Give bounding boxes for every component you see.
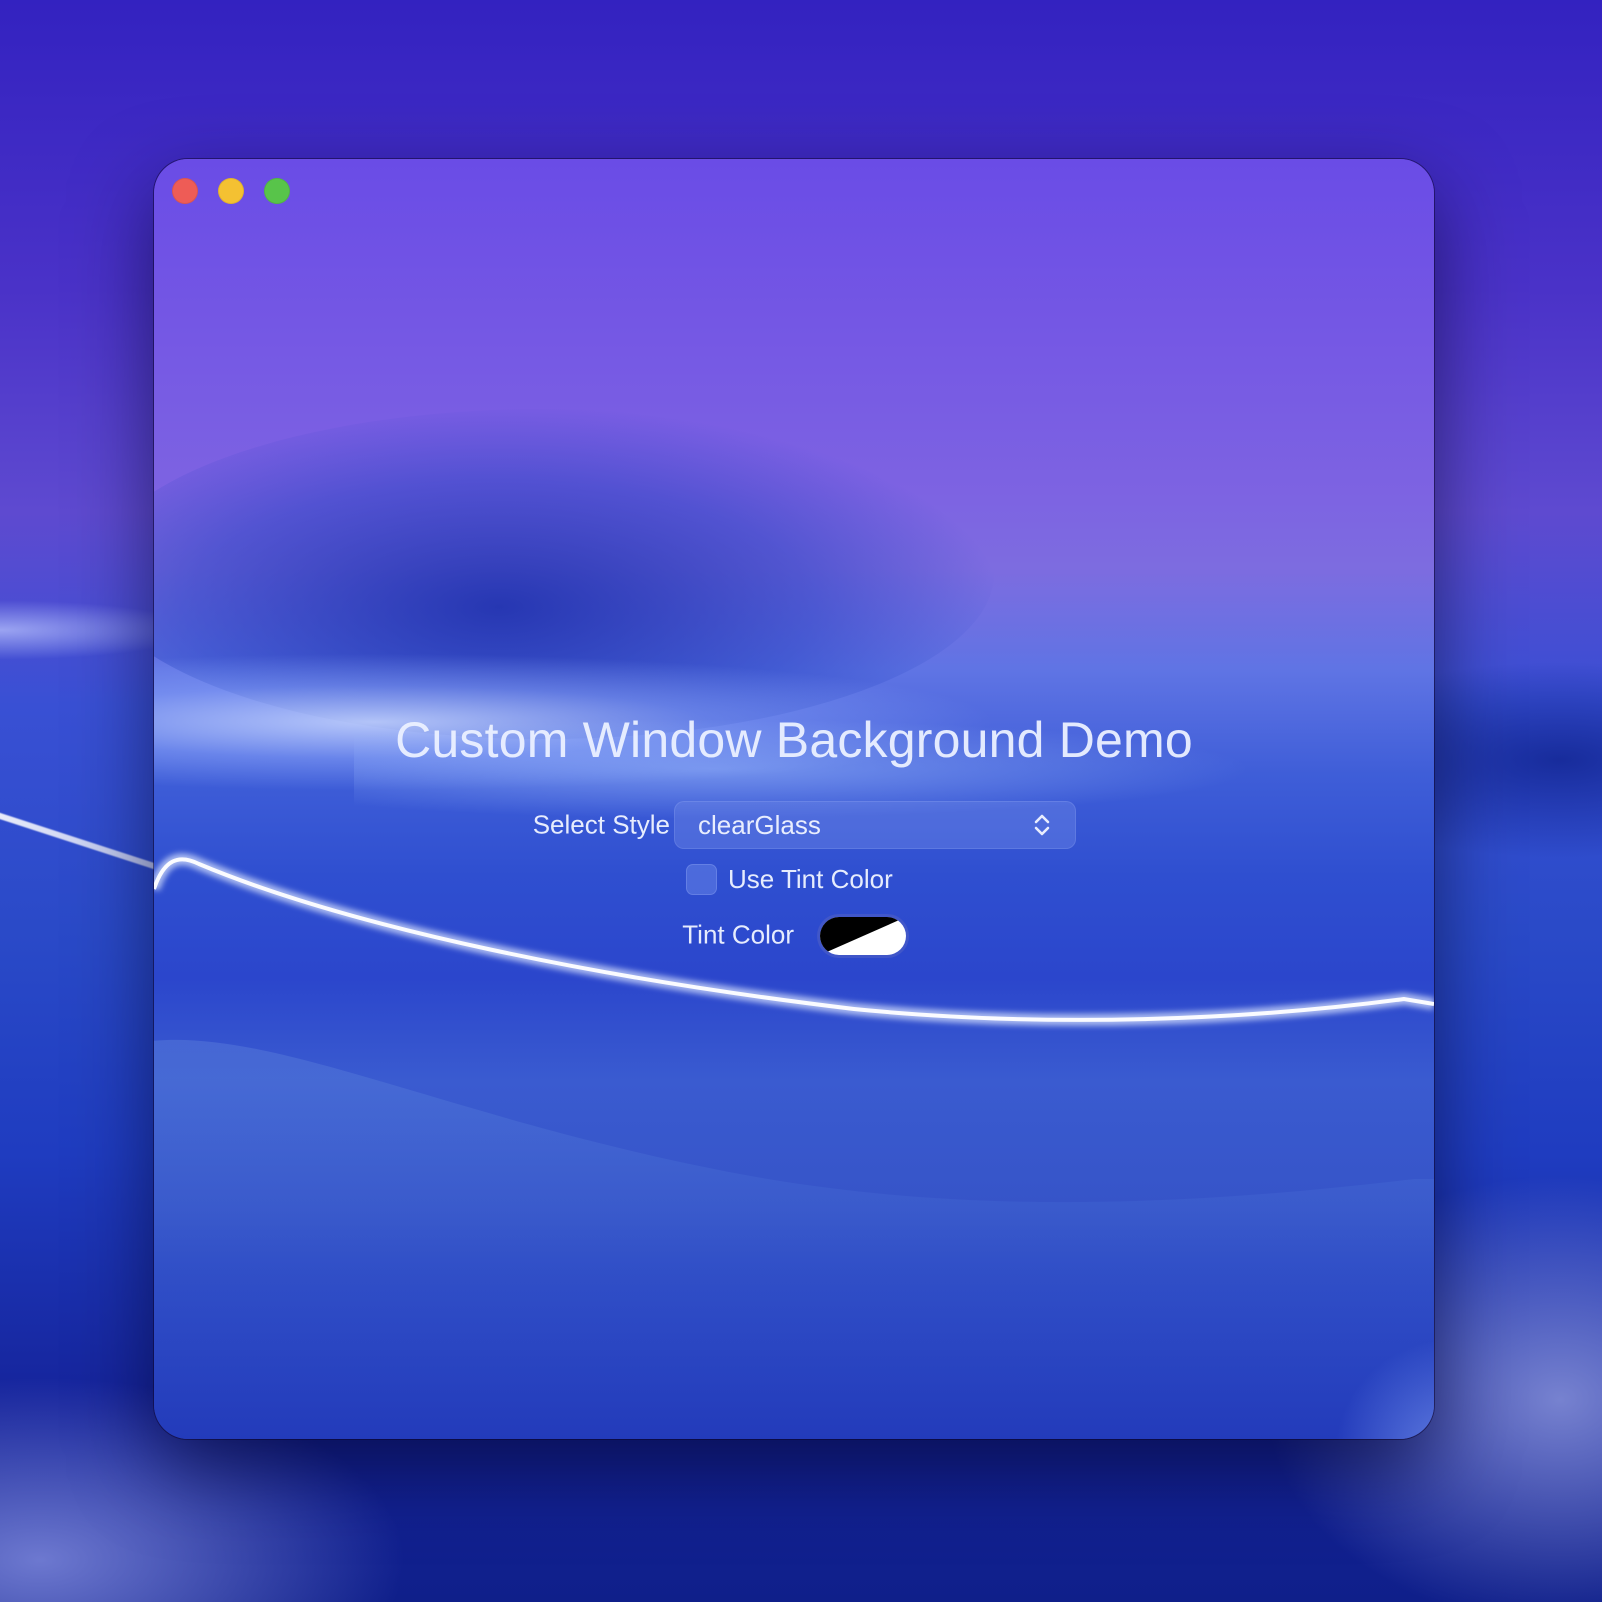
use-tint-label[interactable]: Use Tint Color (728, 864, 893, 895)
tint-color-row: Tint Color (154, 915, 1434, 955)
tint-color-label: Tint Color (682, 919, 794, 950)
style-select-value: clearGlass (698, 809, 821, 840)
desktop-wallpaper: Custom Window Background Demo Select Sty… (0, 0, 1602, 1602)
style-select[interactable]: clearGlass (674, 801, 1076, 849)
tint-color-well[interactable] (820, 917, 906, 955)
page-title: Custom Window Background Demo (395, 712, 1193, 768)
use-tint-checkbox[interactable] (686, 863, 717, 895)
style-label: Select Style (532, 809, 670, 840)
app-window: Custom Window Background Demo Select Sty… (154, 159, 1434, 1439)
style-row: Select Style clearGlass (154, 801, 1434, 849)
tint-color-swatch (820, 917, 906, 955)
use-tint-row: Use Tint Color (686, 862, 893, 896)
chevron-up-down-icon (1034, 814, 1050, 836)
window-content: Custom Window Background Demo Select Sty… (154, 159, 1434, 1439)
